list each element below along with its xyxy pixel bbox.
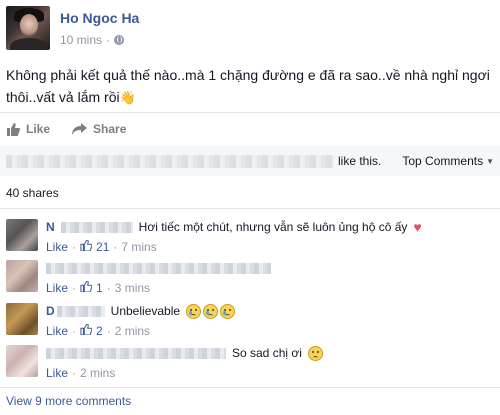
comment-text: Unbelievable: [110, 304, 181, 318]
globe-icon[interactable]: [114, 35, 125, 45]
meta-dot: ·: [113, 240, 118, 254]
redacted-liker-names: [6, 155, 334, 168]
comment-text: So sad chị ơi: [232, 346, 302, 360]
meta-dot: ·: [72, 240, 77, 254]
share-button[interactable]: Share: [72, 122, 126, 136]
thumbs-up-icon: [80, 239, 93, 254]
post-text: Không phải kết quả thế nào..mà 1 chặng đ…: [6, 64, 496, 109]
comment-time[interactable]: 2 mins: [115, 324, 150, 338]
comment-like-button[interactable]: Like: [46, 366, 68, 380]
thumbs-up-icon: [80, 323, 93, 338]
comment-meta: Like · 21 · 7 mins: [46, 239, 496, 254]
share-icon: [72, 122, 88, 136]
share-label: Share: [93, 122, 127, 136]
view-more-comments-link[interactable]: View 9 more comments: [6, 394, 131, 408]
top-comments-label: Top Comments: [402, 154, 484, 168]
top-comments-dropdown[interactable]: Top Comments ▼: [402, 154, 494, 168]
meta-dot: ·: [72, 324, 77, 338]
commenter-name[interactable]: D: [46, 304, 55, 318]
meta-separator: ·: [106, 33, 111, 47]
post-header: Ho Ngoc Ha 10 mins ·: [6, 6, 486, 52]
comment-like-count[interactable]: 2: [96, 324, 103, 338]
comment-meta: Like · 1 · 3 mins: [46, 280, 496, 295]
comment-like-button[interactable]: Like: [46, 324, 68, 338]
divider: [0, 208, 500, 209]
sad-emoji-icon: [307, 345, 323, 361]
comment-like-button[interactable]: Like: [46, 240, 68, 254]
caret-down-icon: ▼: [486, 156, 494, 166]
meta-dot: ·: [72, 366, 77, 380]
like-this-text: like this.: [338, 154, 382, 168]
redacted-name: [56, 305, 105, 317]
commenter-name[interactable]: N: [46, 220, 55, 234]
shares-count[interactable]: 40 shares: [6, 186, 59, 200]
like-button[interactable]: Like: [6, 122, 50, 136]
divider: [0, 387, 500, 388]
commenter-avatar[interactable]: [6, 260, 38, 292]
comment-text: Hơi tiếc một chút, nhưng vẫn sẽ luôn ủng…: [138, 220, 408, 234]
thumbs-up-icon: [80, 280, 93, 295]
like-label: Like: [26, 122, 51, 136]
wave-icon: 👋: [119, 90, 136, 105]
post-actions: Like Share: [6, 118, 126, 140]
author-name[interactable]: Ho Ngoc Ha: [60, 10, 139, 26]
author-avatar[interactable]: [6, 6, 50, 50]
heart-icon: ♥: [413, 219, 422, 235]
comment-meta: Like · 2 mins: [46, 366, 496, 380]
post-time[interactable]: 10 mins: [60, 33, 102, 47]
redacted-name: [60, 221, 133, 233]
comment-time[interactable]: 2 mins: [80, 366, 115, 380]
meta-dot: ·: [106, 281, 111, 295]
comment-time[interactable]: 7 mins: [121, 240, 156, 254]
comment-time[interactable]: 3 mins: [115, 281, 150, 295]
post-meta: 10 mins ·: [60, 33, 125, 47]
likes-summary: like this. Top Comments ▼: [0, 146, 500, 176]
divider: [0, 112, 500, 113]
meta-dot: ·: [106, 324, 111, 338]
comment-like-button[interactable]: Like: [46, 281, 68, 295]
comment-like-count[interactable]: 21: [96, 240, 109, 254]
redacted-name: [46, 347, 226, 359]
comment-like-count[interactable]: 1: [96, 281, 103, 295]
facebook-post: Ho Ngoc Ha 10 mins · Không phải kết quả …: [0, 0, 500, 415]
commenter-avatar[interactable]: [6, 219, 38, 251]
commenter-avatar[interactable]: [6, 345, 38, 377]
comment-meta: Like · 2 · 2 mins: [46, 323, 496, 338]
meta-dot: ·: [72, 281, 77, 295]
redacted-comment: [46, 262, 271, 274]
post-text-body: Không phải kết quả thế nào..mà 1 chặng đ…: [6, 67, 490, 105]
thumbs-up-icon: [6, 122, 20, 136]
commenter-avatar[interactable]: [6, 303, 38, 335]
crying-emoji-icon: [186, 303, 236, 319]
